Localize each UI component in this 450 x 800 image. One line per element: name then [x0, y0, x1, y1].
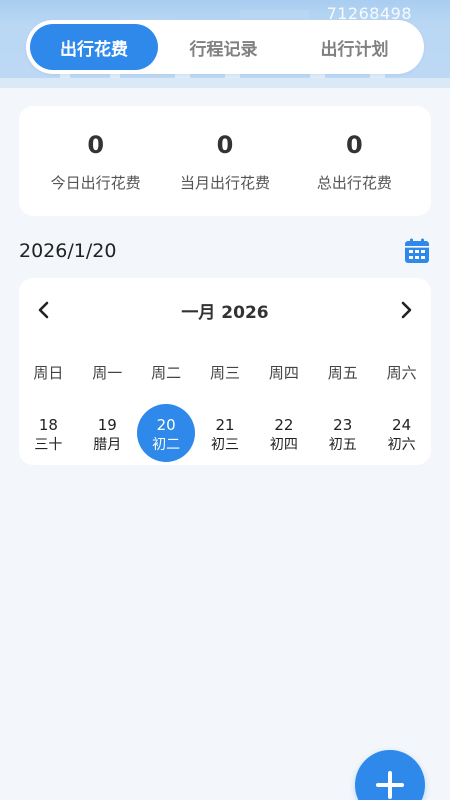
chevron-left-icon — [38, 301, 49, 319]
day-lunar: 初三 — [211, 437, 239, 453]
stat-value: 0 — [216, 130, 234, 159]
calendar-day[interactable]: 18 三十 — [19, 404, 78, 464]
day-lunar: 三十 — [34, 437, 63, 453]
weekday-label: 周四 — [268, 364, 299, 382]
weekday-label: 周三 — [210, 364, 241, 382]
stat-label: 今日出行花费 — [50, 173, 141, 192]
day-number: 18 — [38, 416, 58, 434]
day-number: 20 — [156, 416, 176, 434]
app-screen: 71268498 出行花费 行程记录 出行计划 0 今日出行花费 0 当月出行花… — [0, 0, 450, 800]
day-lunar: 初五 — [328, 437, 357, 453]
stat-label: 当月出行花费 — [179, 173, 270, 192]
day-lunar: 初二 — [152, 437, 181, 453]
tab-travel-plan[interactable]: 出行计划 — [289, 24, 420, 70]
calendar-day-selected[interactable]: 20 初二 — [137, 404, 196, 464]
expense-summary-card: 0 今日出行花费 0 当月出行花费 0 总出行花费 — [19, 106, 431, 216]
weekday-header: 周日 周一 周二 周三 周四 周五 周六 — [19, 362, 431, 384]
stat-value: 0 — [87, 130, 105, 159]
weekday-label: 周日 — [33, 364, 64, 382]
add-button[interactable] — [355, 750, 425, 800]
selected-date: 2026/1/20 — [19, 240, 117, 262]
day-number: 24 — [392, 416, 412, 434]
stat-total: 0 总出行花费 — [290, 130, 419, 193]
calendar-day[interactable]: 22 初四 — [254, 404, 313, 464]
day-lunar: 初四 — [269, 437, 298, 453]
calendar-day[interactable]: 19 腊月 — [78, 404, 137, 464]
calendar-header: 一月 2026 — [19, 296, 431, 324]
tab-travel-expense[interactable]: 出行花费 — [30, 24, 158, 70]
day-number: 22 — [274, 416, 294, 434]
selected-date-row: 2026/1/20 — [19, 236, 431, 266]
stat-today: 0 今日出行花费 — [31, 130, 160, 193]
calendar-day[interactable]: 24 初六 — [372, 404, 431, 464]
stat-value: 0 — [345, 130, 363, 159]
calendar-icon[interactable] — [403, 237, 431, 265]
day-lunar: 腊月 — [93, 437, 122, 453]
calendar-month-title: 一月 2026 — [181, 302, 269, 323]
tab-bar: 出行花费 行程记录 出行计划 — [26, 20, 424, 74]
weekday-label: 周五 — [327, 364, 358, 382]
prev-month-button[interactable] — [33, 296, 55, 324]
week-days-row: 18 三十 19 腊月 20 初二 21 初三 22 初四 23 初五 24 初… — [19, 404, 431, 464]
weekday-label: 周一 — [92, 364, 123, 382]
calendar-day[interactable]: 21 初三 — [196, 404, 255, 464]
tab-trip-records[interactable]: 行程记录 — [158, 24, 289, 70]
weekday-label: 周六 — [386, 364, 417, 382]
calendar-day[interactable]: 23 初五 — [313, 404, 372, 464]
week-calendar-card: 一月 2026 周日 周一 周二 周三 周四 周五 周六 18 三十 19 腊月… — [19, 278, 431, 465]
day-number: 19 — [97, 416, 117, 434]
day-number: 23 — [333, 416, 353, 434]
stat-month: 0 当月出行花费 — [160, 130, 289, 193]
day-number: 21 — [215, 416, 235, 434]
stat-label: 总出行花费 — [316, 173, 392, 192]
next-month-button[interactable] — [395, 296, 417, 324]
day-lunar: 初六 — [387, 437, 416, 453]
weekday-label: 周二 — [151, 364, 182, 382]
chevron-right-icon — [401, 301, 412, 319]
